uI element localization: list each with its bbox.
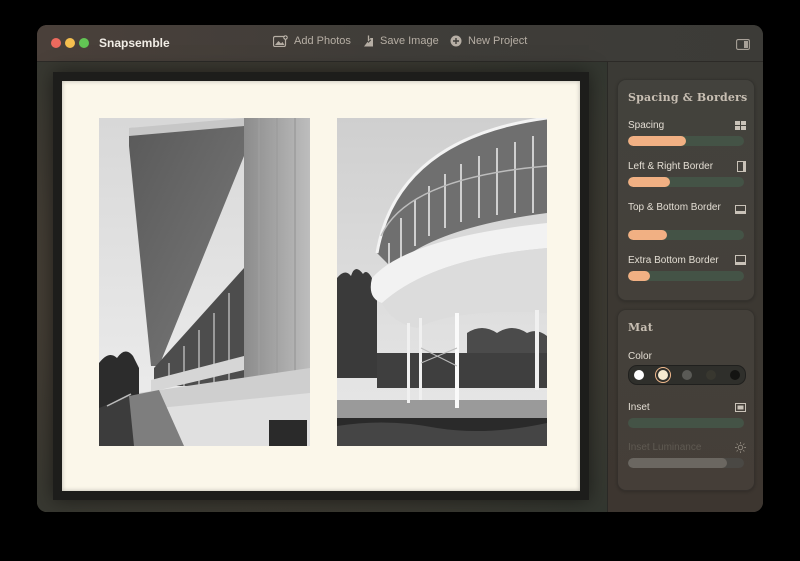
extra-bottom-border-slider[interactable] [628,271,744,281]
left-right-border-label: Left & Right Border [628,161,714,172]
sidebar-toggle-icon [736,39,750,50]
extra-bottom-border-slider-fill [628,271,651,281]
photo-right[interactable] [337,118,547,446]
photo-left[interactable] [99,118,310,446]
color-swatch[interactable] [658,370,668,380]
spacing-borders-panel: Spacing & Borders Spacing Left & Right B… [617,79,755,301]
mat-color-label: Color [628,351,652,362]
mat-panel: Mat Color Inset Inset Luminance [617,309,755,491]
new-project-label: New Project [468,35,528,47]
inset-icon [735,403,746,412]
mat [62,81,580,491]
app-window: Snapsemble Add Photos Save Image New Pro… [37,25,763,512]
sun-icon [735,442,746,453]
left-right-border-slider-fill [628,177,670,187]
color-swatch[interactable] [682,370,692,380]
title-bar: Snapsemble Add Photos Save Image New Pro… [37,25,763,62]
mat-color-picker [628,365,746,385]
maximize-window-button[interactable] [79,38,89,48]
add-photos-icon [273,35,288,47]
plus-circle-icon [450,35,462,47]
color-swatch[interactable] [706,370,716,380]
add-photos-label: Add Photos [294,35,351,47]
top-bottom-border-slider-fill [628,230,668,240]
mat-title: Mat [628,321,653,334]
top-bottom-border-slider[interactable] [628,230,744,240]
grid-icon [735,121,746,130]
save-image-button[interactable]: Save Image [363,35,439,47]
add-photos-button[interactable]: Add Photos [273,35,351,47]
inset-luminance-slider[interactable] [628,458,744,468]
save-image-label: Save Image [380,35,439,47]
spacing-slider-fill [628,136,686,146]
canvas-area [37,62,607,512]
inset-slider[interactable] [628,418,744,428]
spacing-label: Spacing [628,120,665,131]
close-window-button[interactable] [51,38,61,48]
inset-luminance-label: Inset Luminance [628,442,702,453]
settings-sidebar: Spacing & Borders Spacing Left & Right B… [607,62,763,512]
bottom-border-icon [735,255,746,265]
save-image-icon [364,35,373,47]
spacing-slider[interactable] [628,136,744,146]
top-bottom-border-label: Top & Bottom Border [628,202,721,213]
side-border-icon [737,161,746,172]
minimize-window-button[interactable] [65,38,75,48]
app-title: Snapsemble [99,36,170,50]
extra-bottom-border-label: Extra Bottom Border [628,255,719,266]
inset-label: Inset [628,402,650,413]
color-swatch[interactable] [730,370,740,380]
spacing-borders-title: Spacing & Borders [628,91,748,104]
new-project-button[interactable]: New Project [450,35,527,47]
top-bottom-border-icon [735,205,746,214]
sidebar-toggle-button[interactable] [736,37,750,55]
color-swatch[interactable] [634,370,644,380]
left-right-border-slider[interactable] [628,177,744,187]
picture-frame [53,72,589,500]
inset-luminance-slider-fill [628,458,727,468]
